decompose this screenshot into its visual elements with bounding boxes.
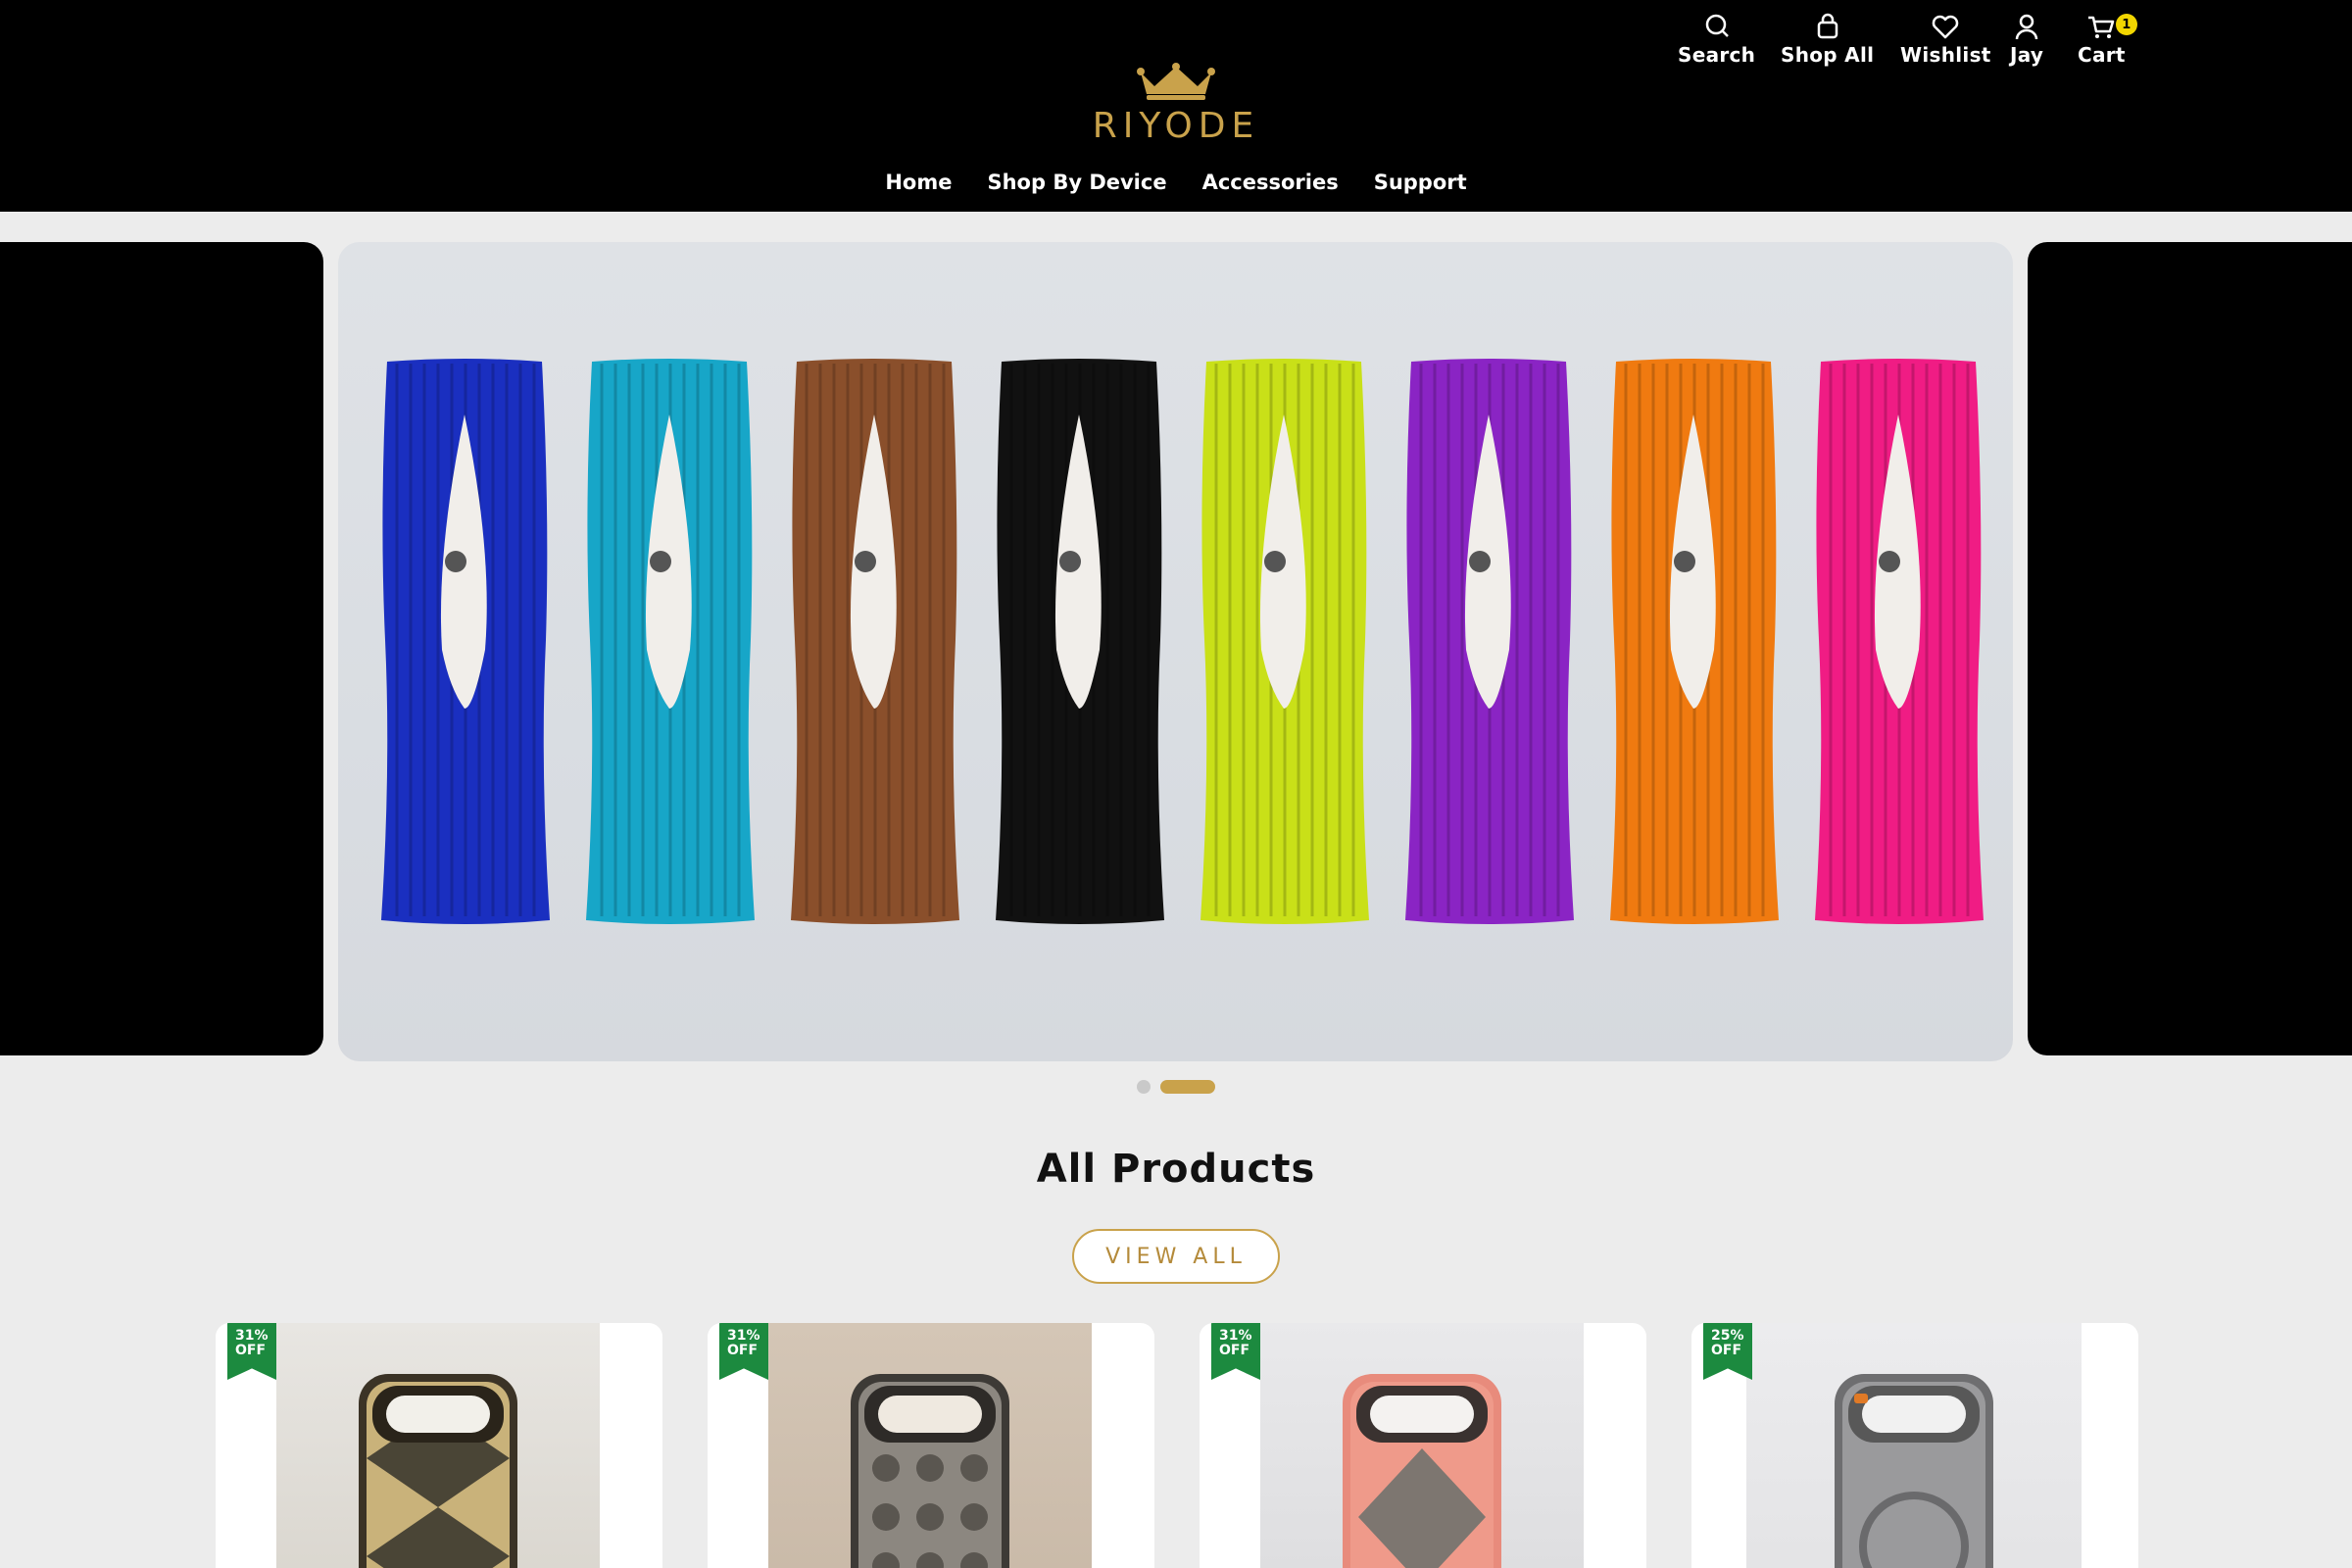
discount-percent: 31%	[1219, 1328, 1252, 1344]
discount-percent: 31%	[235, 1328, 269, 1344]
phone-sleeve-image	[1811, 356, 1985, 926]
nav-support[interactable]: Support	[1374, 167, 1467, 198]
phone-case-image	[1835, 1374, 1993, 1568]
cart-count-badge: 1	[2115, 14, 2137, 35]
wishlist-button[interactable]: Wishlist	[1900, 12, 1991, 67]
nav-shop-by-device[interactable]: Shop By Device	[987, 167, 1166, 198]
discount-badge: 25% OFF	[1703, 1323, 1752, 1380]
account-button[interactable]: Jay	[2010, 12, 2043, 67]
shop-all-label: Shop All	[1781, 43, 1875, 67]
product-card[interactable]: 31% OFF	[216, 1323, 662, 1568]
carousel-dot-1[interactable]	[1137, 1080, 1151, 1094]
product-image	[1746, 1323, 2082, 1568]
discount-percent: 31%	[727, 1328, 760, 1344]
product-image	[276, 1323, 600, 1568]
phone-sleeve-image	[582, 356, 757, 926]
product-image	[768, 1323, 1092, 1568]
carousel-dot-2-active[interactable]	[1160, 1080, 1215, 1094]
phone-case-image	[359, 1374, 517, 1568]
discount-off-label: OFF	[1219, 1343, 1250, 1358]
brand-logo[interactable]: RIYODE	[1078, 63, 1274, 151]
product-card[interactable]: 31% OFF	[1200, 1323, 1646, 1568]
account-label: Jay	[2010, 43, 2044, 67]
search-label: Search	[1678, 43, 1756, 67]
carousel-next-slide[interactable]	[2028, 242, 2352, 1055]
discount-badge: 31% OFF	[1211, 1323, 1260, 1380]
search-icon	[1705, 14, 1729, 37]
user-icon	[2015, 14, 2038, 40]
phone-sleeve-image	[1197, 356, 1371, 926]
product-image	[1260, 1323, 1584, 1568]
shopping-bag-icon	[1817, 13, 1838, 39]
carousel-pagination	[0, 1080, 2352, 1094]
phone-sleeve-image	[377, 356, 552, 926]
nav-home[interactable]: Home	[885, 167, 952, 198]
section-title: All Products	[1036, 1147, 1316, 1192]
discount-badge: 31% OFF	[719, 1323, 768, 1380]
phone-case-image	[851, 1374, 1009, 1568]
discount-off-label: OFF	[727, 1343, 759, 1358]
product-card[interactable]: 31% OFF	[708, 1323, 1154, 1568]
discount-percent: 25%	[1711, 1328, 1744, 1344]
wishlist-label: Wishlist	[1900, 43, 1991, 67]
phone-sleeve-image	[1401, 356, 1576, 926]
phone-sleeve-image	[1606, 356, 1781, 926]
product-card[interactable]: 25% OFF	[1691, 1323, 2138, 1568]
phone-sleeve-image	[992, 356, 1166, 926]
brand-name: RIYODE	[1092, 106, 1260, 146]
phone-sleeve-image	[787, 356, 961, 926]
cart-button[interactable]: Cart 1	[2078, 12, 2137, 67]
shop-all-button[interactable]: Shop All	[1781, 12, 1874, 67]
cart-label: Cart	[2078, 43, 2126, 67]
heart-icon	[1933, 15, 1959, 39]
search-button[interactable]: Search	[1678, 12, 1755, 67]
cart-icon	[2088, 16, 2115, 38]
carousel-prev-slide[interactable]	[0, 242, 323, 1055]
phone-case-image	[1343, 1374, 1501, 1568]
site-header: Search Shop All Wishlist Jay Cart 1 RIYO…	[0, 0, 2352, 212]
discount-off-label: OFF	[235, 1343, 267, 1358]
nav-accessories[interactable]: Accessories	[1202, 167, 1339, 198]
discount-off-label: OFF	[1711, 1343, 1742, 1358]
view-all-button[interactable]: VIEW ALL	[1072, 1229, 1280, 1284]
crown-icon	[1137, 63, 1215, 100]
main-nav: Home Shop By Device Accessories Support	[0, 167, 2352, 198]
hero-banner-slide[interactable]	[338, 242, 2013, 1061]
discount-badge: 31% OFF	[227, 1323, 276, 1380]
